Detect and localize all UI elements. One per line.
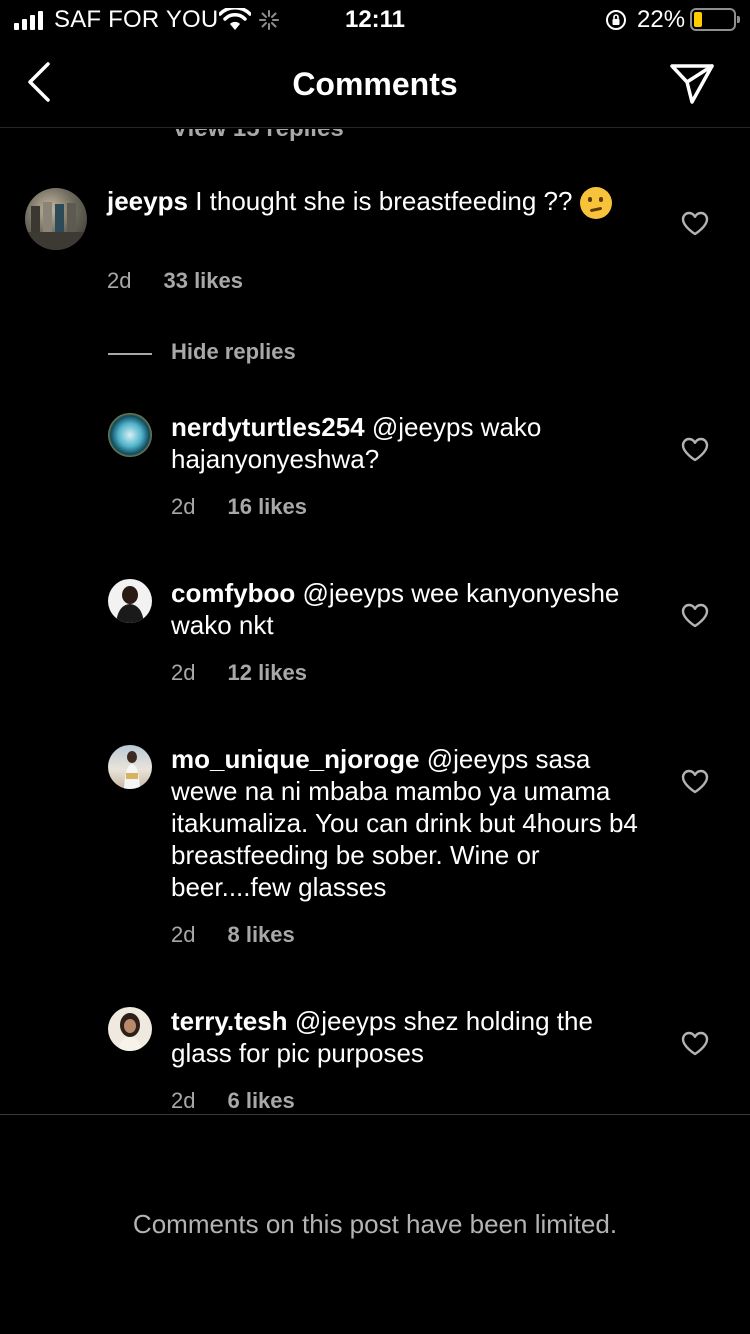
hide-replies-button[interactable]: Hide replies: [108, 337, 408, 369]
battery-fill: [694, 12, 702, 27]
like-count[interactable]: 33 likes: [163, 268, 243, 293]
like-count[interactable]: 16 likes: [227, 494, 307, 519]
comments-limited-notice: Comments on this post have been limited.: [132, 1209, 618, 1239]
avatar[interactable]: [108, 413, 152, 457]
comments-limited-footer: Comments on this post have been limited.: [0, 1114, 750, 1334]
comment-username[interactable]: comfyboo: [171, 578, 295, 608]
like-count[interactable]: 6 likes: [227, 1088, 294, 1113]
avatar[interactable]: [108, 579, 152, 623]
status-bar: SAF FOR YOU 12:11 22%: [0, 0, 750, 40]
battery-icon: [690, 8, 740, 31]
heart-icon[interactable]: [681, 437, 709, 463]
comment-age: 2d: [107, 268, 132, 293]
page-title: Comments: [292, 66, 458, 102]
comment-age: 2d: [171, 1088, 196, 1113]
comment-body: mo_unique_njoroge @jeeyps sasa wewe na n…: [171, 743, 641, 903]
comment-list[interactable]: View 15 replies jeeyps I thought she is …: [0, 129, 750, 1114]
comment-username[interactable]: jeeyps: [107, 186, 188, 216]
comment-meta: 2d 12 likes: [171, 660, 307, 686]
comment-meta: 2d 16 likes: [171, 494, 307, 520]
comment-meta: 2d 8 likes: [171, 922, 295, 948]
avatar[interactable]: [108, 1007, 152, 1051]
view-replies-link[interactable]: View 15 replies: [172, 129, 344, 143]
battery-percent: 22%: [637, 6, 686, 33]
comment-meta: 2d 6 likes: [171, 1088, 295, 1114]
heart-icon[interactable]: [681, 1031, 709, 1057]
comment-age: 2d: [171, 494, 196, 519]
hide-replies-label: Hide replies: [171, 339, 296, 364]
like-count[interactable]: 12 likes: [227, 660, 307, 685]
paper-plane-icon[interactable]: [668, 62, 716, 106]
comment-age: 2d: [171, 922, 196, 947]
comment-body: terry.tesh @jeeyps shez holding the glas…: [171, 1005, 641, 1069]
comment-username[interactable]: terry.tesh: [171, 1006, 288, 1036]
divider: [108, 353, 152, 355]
heart-icon[interactable]: [681, 769, 709, 795]
heart-icon[interactable]: [681, 603, 709, 629]
rotation-lock-icon: [606, 10, 626, 30]
comment-body: jeeyps I thought she is breastfeeding ??: [107, 185, 652, 220]
comment-body: comfyboo @jeeyps wee kanyonyeshe wako nk…: [171, 577, 641, 641]
avatar[interactable]: [25, 188, 87, 250]
comment-meta: 2d 33 likes: [107, 268, 243, 294]
comment-username[interactable]: nerdyturtles254: [171, 412, 365, 442]
comment-age: 2d: [171, 660, 196, 685]
avatar[interactable]: [108, 745, 152, 789]
comment-username[interactable]: mo_unique_njoroge: [171, 744, 419, 774]
like-count[interactable]: 8 likes: [227, 922, 294, 947]
thinking-face-emoji: [579, 187, 612, 220]
heart-icon[interactable]: [681, 211, 709, 237]
comments-header: Comments: [0, 40, 750, 128]
comment-text: I thought she is breastfeeding ??: [195, 186, 573, 216]
comment-body: nerdyturtles254 @jeeyps wako hajanyonyes…: [171, 411, 641, 475]
